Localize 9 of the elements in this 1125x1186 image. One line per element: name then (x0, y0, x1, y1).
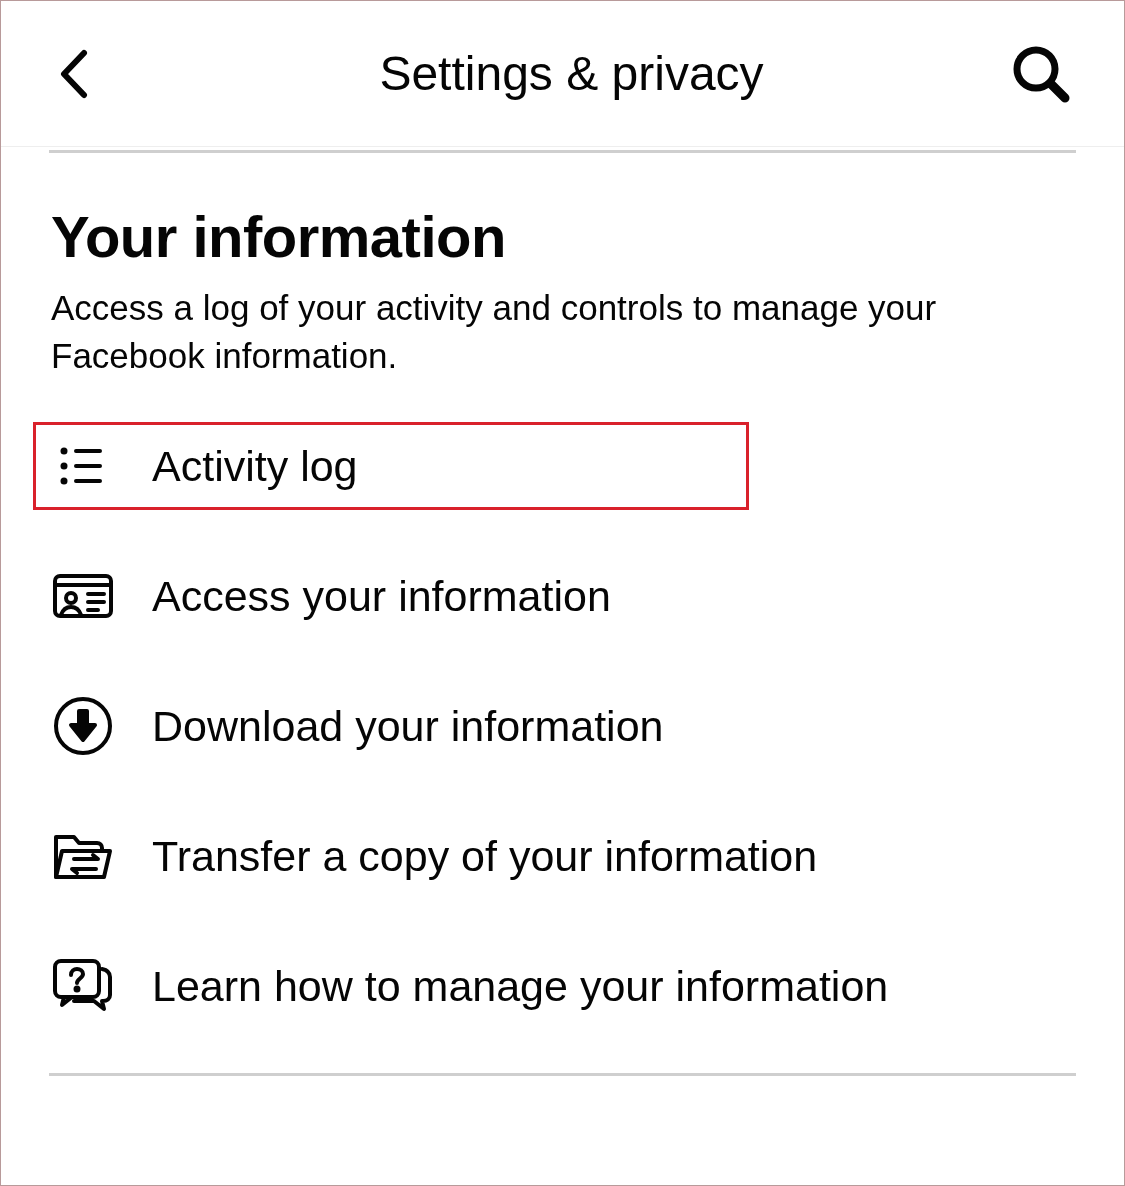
section-title: Your information (51, 203, 507, 270)
page-title: Settings & privacy (379, 46, 764, 101)
menu-item[interactable]: Access your information (33, 552, 749, 640)
menu-item[interactable]: Transfer a copy of your information (33, 812, 821, 900)
download-icon (52, 695, 114, 757)
menu-item[interactable]: Activity log (33, 422, 749, 510)
menu-item[interactable]: Download your information (33, 682, 749, 770)
section-description: Access a log of your activity and controls to manage your Facebook information. (51, 287, 938, 377)
menu-item[interactable]: Learn how to manage your information (33, 942, 892, 1030)
